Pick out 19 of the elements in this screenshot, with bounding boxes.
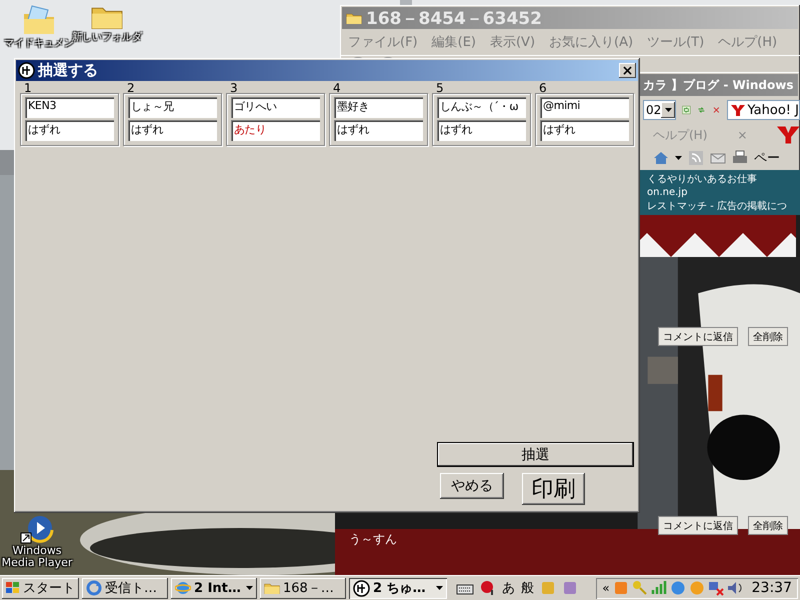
app-icon — [353, 580, 370, 596]
signal-bars-icon[interactable] — [650, 580, 667, 596]
ball-icon[interactable] — [480, 580, 496, 596]
expand-tray-button[interactable]: « — [602, 581, 610, 595]
speaker-icon[interactable] — [726, 580, 743, 596]
caret-icon — [436, 586, 443, 590]
start-button[interactable]: スタート — [2, 578, 79, 598]
ime-mode[interactable]: あ — [502, 579, 515, 597]
windows-logo-icon — [6, 582, 20, 594]
sync-icon — [86, 580, 102, 596]
clock[interactable]: 23:37 — [752, 580, 792, 596]
network-disconnected-icon[interactable] — [708, 580, 724, 596]
taskbar-button[interactable]: 2 ちゅ… — [349, 578, 447, 598]
taskbar-button[interactable]: 受信ト… — [82, 578, 168, 598]
ime-mode[interactable]: 般 — [521, 579, 534, 597]
taskbar-button[interactable]: 2 Int… — [171, 578, 257, 598]
folder-icon — [264, 582, 280, 594]
caret-icon — [246, 586, 253, 590]
taskbar-button[interactable]: 168－… — [260, 578, 346, 598]
